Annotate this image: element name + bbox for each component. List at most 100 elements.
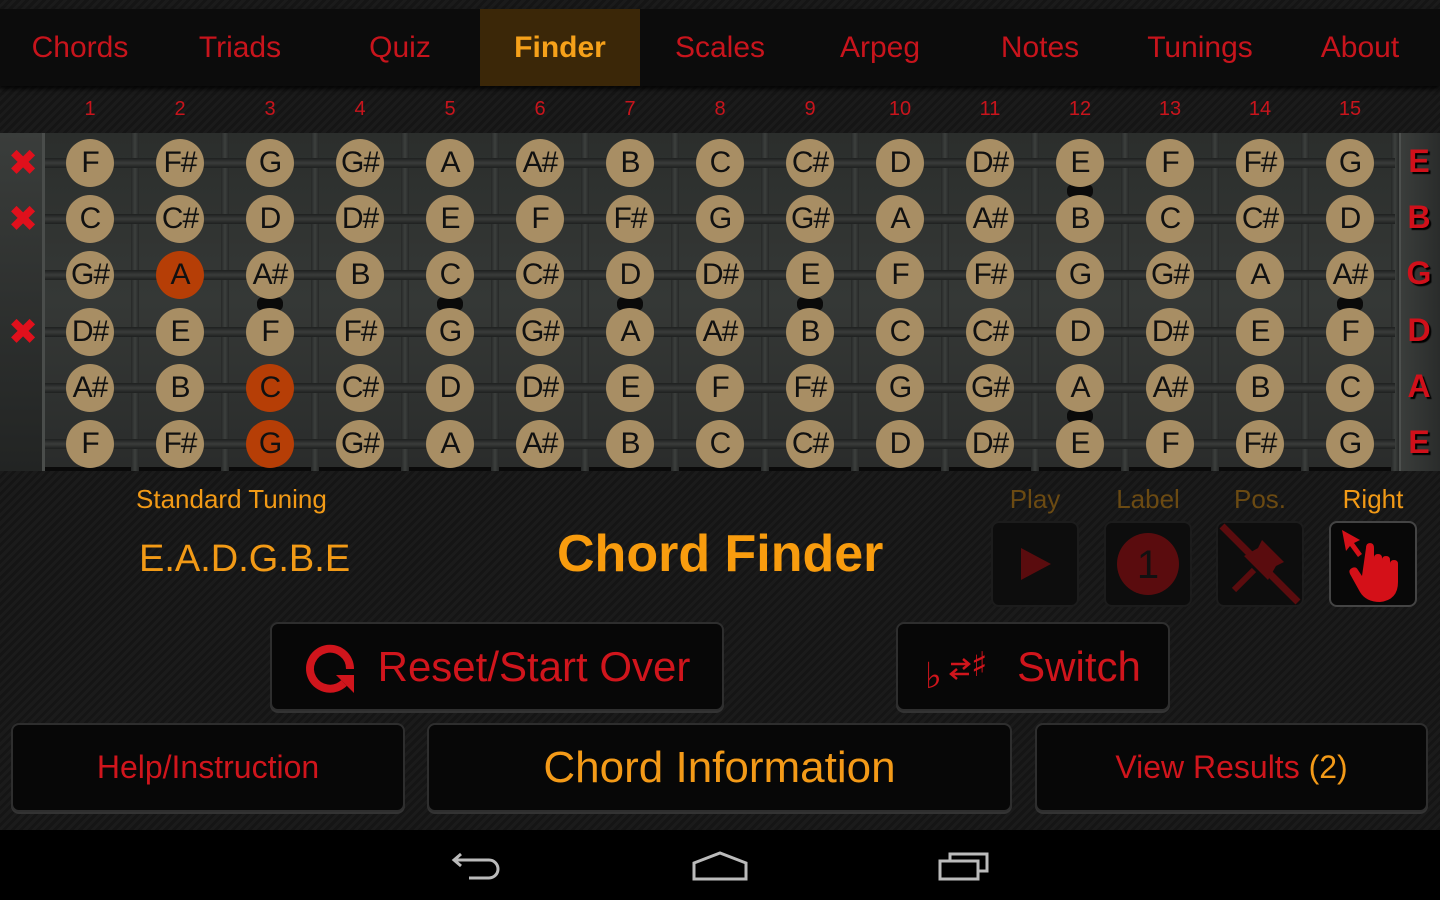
note[interactable]: E: [1056, 139, 1104, 187]
note[interactable]: G: [696, 195, 744, 244]
mute-x-icon[interactable]: ✖: [8, 313, 38, 349]
note[interactable]: G#: [786, 195, 834, 244]
note[interactable]: A#: [246, 251, 294, 300]
note[interactable]: G: [1056, 251, 1104, 300]
back-button[interactable]: [437, 844, 517, 888]
note[interactable]: F: [66, 139, 114, 187]
note[interactable]: C: [696, 139, 744, 187]
note[interactable]: F#: [336, 307, 384, 356]
tab-notes[interactable]: Notes: [960, 9, 1120, 86]
note[interactable]: G: [1326, 420, 1374, 468]
note[interactable]: A: [1056, 363, 1104, 412]
note[interactable]: A#: [1146, 363, 1194, 412]
note[interactable]: C#: [336, 363, 384, 412]
tab-scales[interactable]: Scales: [640, 9, 800, 86]
note[interactable]: G#: [516, 307, 564, 356]
note[interactable]: C: [876, 307, 924, 356]
note[interactable]: D: [606, 251, 654, 300]
note[interactable]: G: [876, 363, 924, 412]
note[interactable]: B: [786, 307, 834, 356]
note[interactable]: F: [246, 307, 294, 356]
note[interactable]: F: [876, 251, 924, 300]
note-selected[interactable]: C: [246, 363, 294, 412]
home-button[interactable]: [680, 844, 760, 888]
note[interactable]: A: [876, 195, 924, 244]
note[interactable]: D#: [966, 139, 1014, 187]
reset-button[interactable]: Reset/Start Over: [270, 622, 724, 711]
note[interactable]: A#: [696, 307, 744, 356]
note[interactable]: B: [1236, 363, 1284, 412]
note[interactable]: E: [156, 307, 204, 356]
mute-x-icon[interactable]: ✖: [8, 145, 38, 181]
note[interactable]: G#: [1146, 251, 1194, 300]
note[interactable]: A: [426, 139, 474, 187]
tab-quiz[interactable]: Quiz: [320, 9, 480, 86]
note[interactable]: D#: [516, 363, 564, 412]
note[interactable]: C: [1326, 363, 1374, 412]
note[interactable]: F: [696, 363, 744, 412]
note[interactable]: C#: [786, 139, 834, 187]
note[interactable]: B: [606, 139, 654, 187]
position-toggle[interactable]: [1216, 521, 1304, 607]
mute-x-icon[interactable]: ✖: [8, 201, 38, 237]
note[interactable]: C: [696, 420, 744, 468]
note[interactable]: G#: [336, 420, 384, 468]
note[interactable]: D: [246, 195, 294, 244]
note[interactable]: D#: [966, 420, 1014, 468]
open-string-toggle[interactable]: [8, 260, 38, 290]
note[interactable]: C#: [516, 251, 564, 300]
note[interactable]: F: [66, 420, 114, 468]
note[interactable]: E: [1056, 420, 1104, 468]
note[interactable]: G: [1326, 139, 1374, 187]
note[interactable]: E: [786, 251, 834, 300]
note[interactable]: F: [516, 195, 564, 244]
note[interactable]: A#: [516, 139, 564, 187]
note[interactable]: F#: [966, 251, 1014, 300]
help-button[interactable]: Help/Instruction: [11, 723, 405, 812]
view-results-button[interactable]: View Results (2): [1035, 723, 1428, 812]
note[interactable]: D#: [696, 251, 744, 300]
note[interactable]: E: [606, 363, 654, 412]
note[interactable]: C#: [1236, 195, 1284, 244]
label-toggle[interactable]: 1: [1104, 521, 1192, 607]
note[interactable]: C: [426, 251, 474, 300]
note[interactable]: F#: [1236, 420, 1284, 468]
note[interactable]: F: [1326, 307, 1374, 356]
note[interactable]: A#: [966, 195, 1014, 244]
note[interactable]: F#: [156, 420, 204, 468]
tab-about[interactable]: About: [1280, 9, 1440, 86]
open-string-toggle[interactable]: [8, 429, 38, 459]
note[interactable]: G#: [336, 139, 384, 187]
note[interactable]: B: [606, 420, 654, 468]
note[interactable]: C#: [156, 195, 204, 244]
note[interactable]: G#: [66, 251, 114, 300]
note[interactable]: A#: [66, 363, 114, 412]
note[interactable]: B: [156, 363, 204, 412]
note[interactable]: B: [1056, 195, 1104, 244]
open-string-toggle[interactable]: [8, 373, 38, 403]
note[interactable]: D: [426, 363, 474, 412]
note[interactable]: F#: [786, 363, 834, 412]
note[interactable]: D: [1326, 195, 1374, 244]
note[interactable]: C#: [786, 420, 834, 468]
note[interactable]: C#: [966, 307, 1014, 356]
tab-triads[interactable]: Triads: [160, 9, 320, 86]
note[interactable]: F#: [1236, 139, 1284, 187]
note[interactable]: D#: [1146, 307, 1194, 356]
note[interactable]: A: [426, 420, 474, 468]
note[interactable]: G: [246, 139, 294, 187]
note[interactable]: F#: [606, 195, 654, 244]
right-hand-toggle[interactable]: [1329, 521, 1417, 607]
note[interactable]: A#: [1326, 251, 1374, 300]
note[interactable]: D#: [66, 307, 114, 356]
note[interactable]: B: [336, 251, 384, 300]
note[interactable]: A#: [516, 420, 564, 468]
note[interactable]: G: [426, 307, 474, 356]
note[interactable]: C: [1146, 195, 1194, 244]
chord-information-button[interactable]: Chord Information: [427, 723, 1012, 812]
play-toggle[interactable]: [991, 521, 1079, 607]
tab-finder[interactable]: Finder: [480, 9, 640, 86]
recents-button[interactable]: [924, 844, 1004, 888]
note[interactable]: D: [876, 139, 924, 187]
note[interactable]: D: [1056, 307, 1104, 356]
